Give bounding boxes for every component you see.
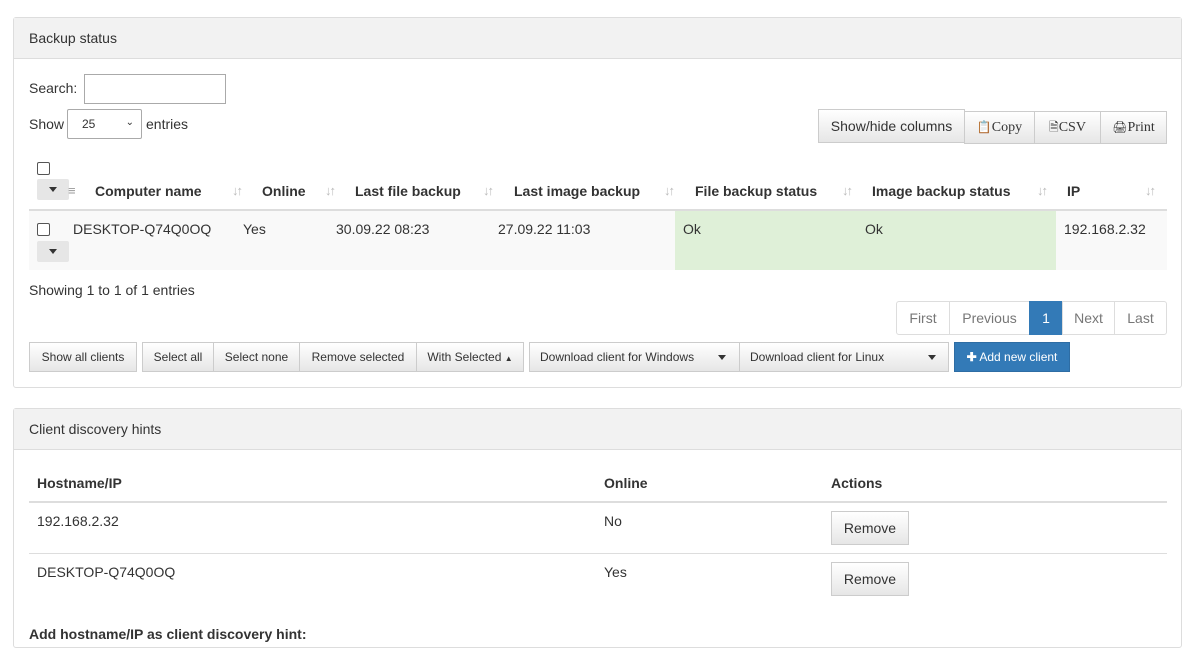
show-all-clients-button[interactable]: Show all clients [29,342,137,372]
column-order-icon: ≡ [68,183,76,198]
select-all-button[interactable]: Select all [142,342,214,372]
row-menu-dropdown[interactable] [37,241,69,262]
copy-label: Copy [991,120,1023,135]
copy-icon: 📋 [976,120,992,134]
pagination-next[interactable]: Next [1062,301,1115,335]
column-header-last-image-backup[interactable]: Last image backup [514,183,640,199]
cell-last-file-backup: 30.09.22 08:23 [336,221,430,237]
column-header-hostname: Hostname/IP [37,475,122,491]
column-header-computer-name[interactable]: Computer name [95,183,202,199]
add-new-client-button[interactable]: ✚ Add new client [954,342,1070,372]
pagination-first[interactable]: First [896,301,950,335]
show-hide-columns-label: Show/hide columns [830,118,953,134]
cell-file-backup-status: Ok [683,221,701,237]
download-linux-label: Download client for Linux [750,350,885,364]
header-menu-dropdown[interactable] [37,179,69,200]
select-none-button[interactable]: Select none [213,342,300,372]
cell-ip: 192.168.2.32 [1064,221,1146,237]
add-new-client-label: Add new client [979,350,1058,364]
row-checkbox[interactable] [37,223,50,236]
search-input[interactable] [84,74,226,104]
download-windows-dropdown[interactable]: Download client for Windows [529,342,740,372]
column-header-file-backup-status[interactable]: File backup status [695,183,817,199]
panel-title: Client discovery hints [14,409,1181,450]
search-label: Search: [29,80,78,96]
pagination-previous[interactable]: Previous [949,301,1030,335]
cell-online: Yes [604,564,627,580]
pagination-current[interactable]: 1 [1029,301,1063,335]
column-header-image-backup-status[interactable]: Image backup status [872,183,1011,199]
with-selected-button[interactable]: With Selected ▲ [416,342,524,372]
remove-selected-button[interactable]: Remove selected [299,342,417,372]
copy-button[interactable]: 📋Copy [964,111,1035,144]
sort-icon[interactable]: ↓↑ [842,183,853,198]
column-header-actions: Actions [831,475,883,491]
column-header-ip[interactable]: IP [1067,183,1080,199]
cell-online: No [604,513,622,529]
column-header-online: Online [604,475,648,491]
csv-button[interactable]: 🗎CSV [1034,111,1101,144]
printer-icon: 🖨 [1112,120,1128,134]
csv-label: CSV [1058,120,1086,135]
cell-last-image-backup: 27.09.22 11:03 [498,221,591,237]
table-info: Showing 1 to 1 of 1 entries [29,282,195,298]
sort-icon[interactable]: ↓↑ [232,183,243,198]
panel-title: Backup status [14,18,1181,59]
caret-down-icon [928,355,936,360]
pagination-last[interactable]: Last [1114,301,1167,335]
show-label: Show [29,116,65,132]
cell-online: Yes [243,221,266,237]
csv-icon: 🗎 [1049,120,1059,134]
column-header-online[interactable]: Online [262,183,306,199]
show-hide-columns-button[interactable]: Show/hide columns [818,109,965,143]
print-label: Print [1127,120,1155,135]
table-row[interactable] [29,211,1167,270]
file-status-cell-bg [675,211,1056,270]
caret-up-icon: ▲ [504,354,513,363]
caret-down-icon [718,355,726,360]
remove-button[interactable]: Remove [831,511,909,545]
cell-image-backup-status: Ok [865,221,883,237]
sort-icon[interactable]: ↓↑ [664,183,675,198]
entries-label: entries [146,116,189,132]
plus-icon: ✚ [966,350,977,364]
with-selected-label: With Selected [427,350,502,364]
download-windows-label: Download client for Windows [540,350,695,364]
cell-hostname: 192.168.2.32 [37,513,119,529]
page-size-value: 25 [82,117,96,131]
row-divider [29,553,1167,554]
cell-hostname: DESKTOP-Q74Q0OQ [37,564,176,580]
add-hint-label: Add hostname/IP as client discovery hint… [29,626,307,642]
column-header-last-file-backup[interactable]: Last file backup [355,183,461,199]
cell-computer-name: DESKTOP-Q74Q0OQ [73,221,212,237]
print-button[interactable]: 🖨Print [1100,111,1167,144]
remove-button[interactable]: Remove [831,562,909,596]
download-linux-dropdown[interactable]: Download client for Linux [739,342,949,372]
page-size-select[interactable]: 25 ⌄ [67,109,142,139]
sort-icon[interactable]: ↓↑ [1037,183,1048,198]
sort-icon[interactable]: ↓↑ [325,183,336,198]
sort-icon[interactable]: ↓↑ [1145,183,1156,198]
select-all-checkbox[interactable] [37,162,50,175]
chevron-down-icon: ⌄ [125,117,134,128]
table-row [29,503,1167,553]
sort-icon[interactable]: ↓↑ [483,183,494,198]
